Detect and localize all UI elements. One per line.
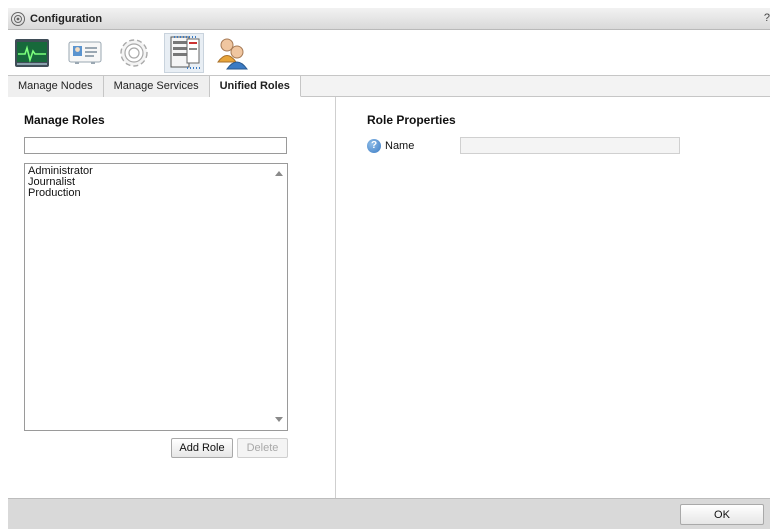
id-card-tool-button[interactable]	[65, 33, 105, 73]
server-rack-tool-button[interactable]	[164, 33, 204, 73]
id-card-icon	[68, 41, 102, 64]
ok-button[interactable]: OK	[680, 504, 764, 525]
tab-manage-nodes[interactable]: Manage Nodes	[8, 76, 104, 97]
roles-list[interactable]: Administrator Journalist Production	[24, 163, 288, 431]
delete-role-button[interactable]: Delete	[237, 438, 288, 458]
gear-icon	[120, 39, 148, 67]
scroll-up-icon[interactable]	[275, 171, 283, 176]
list-item[interactable]: Production	[28, 188, 93, 199]
settings-tool-button[interactable]	[114, 33, 154, 73]
add-role-button[interactable]: Add Role	[171, 438, 233, 458]
role-properties-panel: Role Properties ? Name	[337, 97, 770, 498]
monitor-tool-button[interactable]	[12, 33, 52, 73]
role-name-field[interactable]	[460, 137, 680, 154]
window-title: Configuration	[30, 12, 103, 25]
help-button[interactable]: ?	[764, 12, 770, 24]
tab-unified-roles[interactable]: Unified Roles	[209, 76, 301, 97]
tab-bar: Manage Nodes Manage Services Unified Rol…	[8, 76, 770, 97]
dialog-footer: OK	[8, 498, 770, 529]
users-icon	[217, 38, 248, 70]
roles-list-scrollbar[interactable]	[273, 164, 287, 430]
window-titlebar: Configuration ?	[8, 8, 770, 30]
scroll-down-icon[interactable]	[275, 417, 283, 422]
question-icon[interactable]: ?	[367, 139, 381, 153]
role-properties-title: Role Properties	[367, 113, 456, 127]
manage-roles-title: Manage Roles	[24, 113, 105, 127]
tab-manage-services[interactable]: Manage Services	[103, 76, 210, 97]
name-field-row: ? Name	[367, 138, 414, 154]
role-filter-input[interactable]	[24, 137, 287, 154]
gear-icon	[11, 11, 25, 26]
server-rack-icon	[170, 36, 200, 69]
toolbar	[8, 30, 770, 76]
name-label: Name	[385, 140, 415, 152]
manage-roles-panel: Manage Roles Administrator Journalist Pr…	[8, 97, 336, 498]
monitor-icon	[15, 39, 49, 67]
users-tool-button[interactable]	[212, 33, 252, 73]
